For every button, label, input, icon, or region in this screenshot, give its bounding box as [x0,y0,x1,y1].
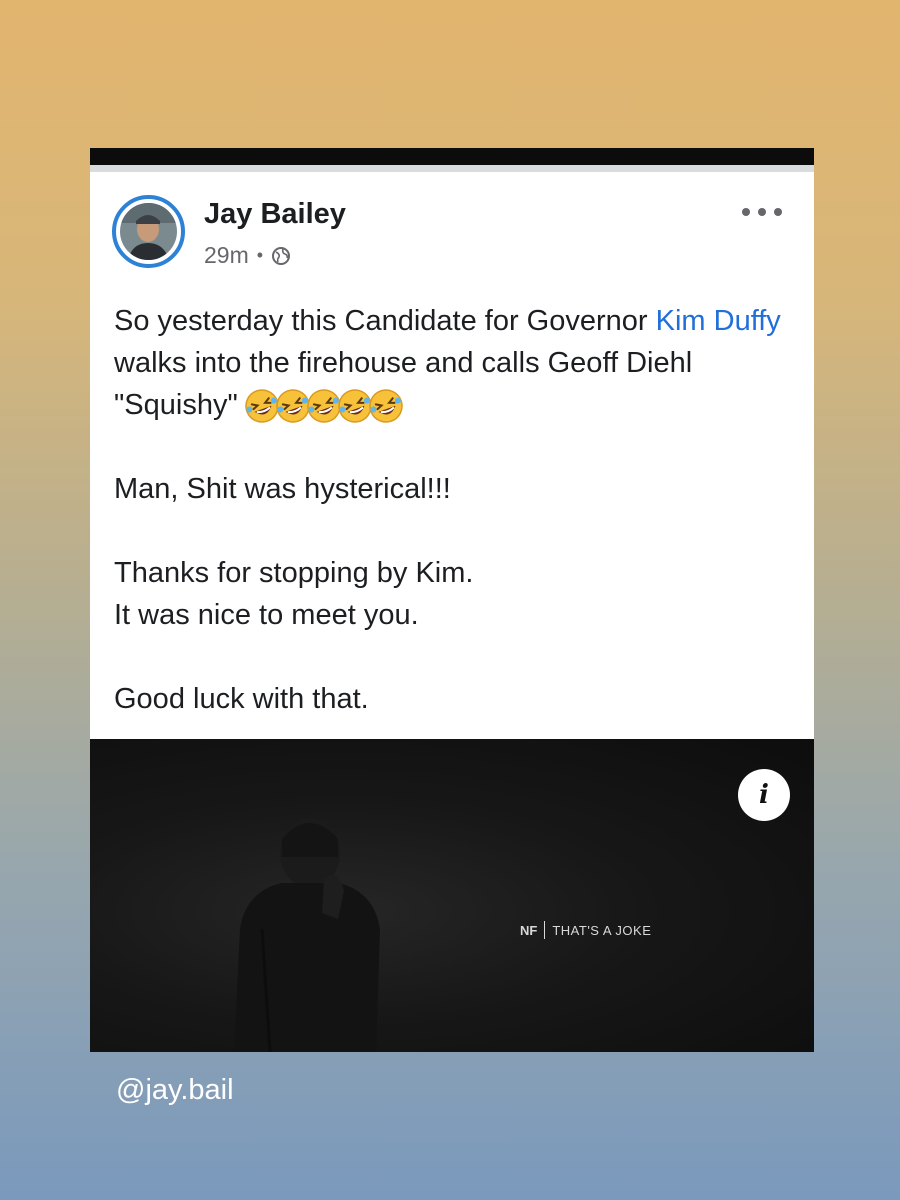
nf-logo: NF [520,922,538,938]
author-avatar[interactable] [112,195,185,268]
hooded-figure-image [234,818,380,1052]
post-meta: 29m • [204,242,291,269]
facebook-post-card: Jay Bailey 29m • So yesterday this Candi… [90,148,814,1052]
globe-icon [272,246,291,265]
post-paragraph-3-line-2: It was nice to meet you. [114,599,419,631]
more-options-icon[interactable] [742,200,782,224]
laughing-emoji-group [244,388,403,424]
post-time[interactable]: 29m [204,242,249,269]
info-icon[interactable]: i [738,769,790,821]
meta-separator: • [256,245,264,265]
post-paragraph-4: Good luck with that. [114,683,369,715]
mention-link[interactable]: Kim Duffy [656,305,781,337]
media-title: THAT'S A JOKE [552,922,652,938]
caption-divider [544,921,546,939]
laughing-emoji-icon [369,389,403,424]
post-paragraph-3-line-1: Thanks for stopping by Kim. [114,557,474,589]
media-caption: NF THAT'S A JOKE [520,921,651,939]
post-text: So yesterday this Candidate for Governor… [114,300,804,720]
post-paragraph-2: Man, Shit was hysterical!!! [114,473,451,505]
author-name[interactable]: Jay Bailey [204,198,346,231]
top-bar [90,148,814,165]
post-paragraph-1: So yesterday this Candidate for Governor… [114,300,804,426]
post-media[interactable]: i NF THAT'S A JOKE [90,739,814,1052]
avatar-photo [120,203,177,260]
watermark-handle: @jay.bail [116,1074,234,1106]
top-bar-divider [90,165,814,172]
